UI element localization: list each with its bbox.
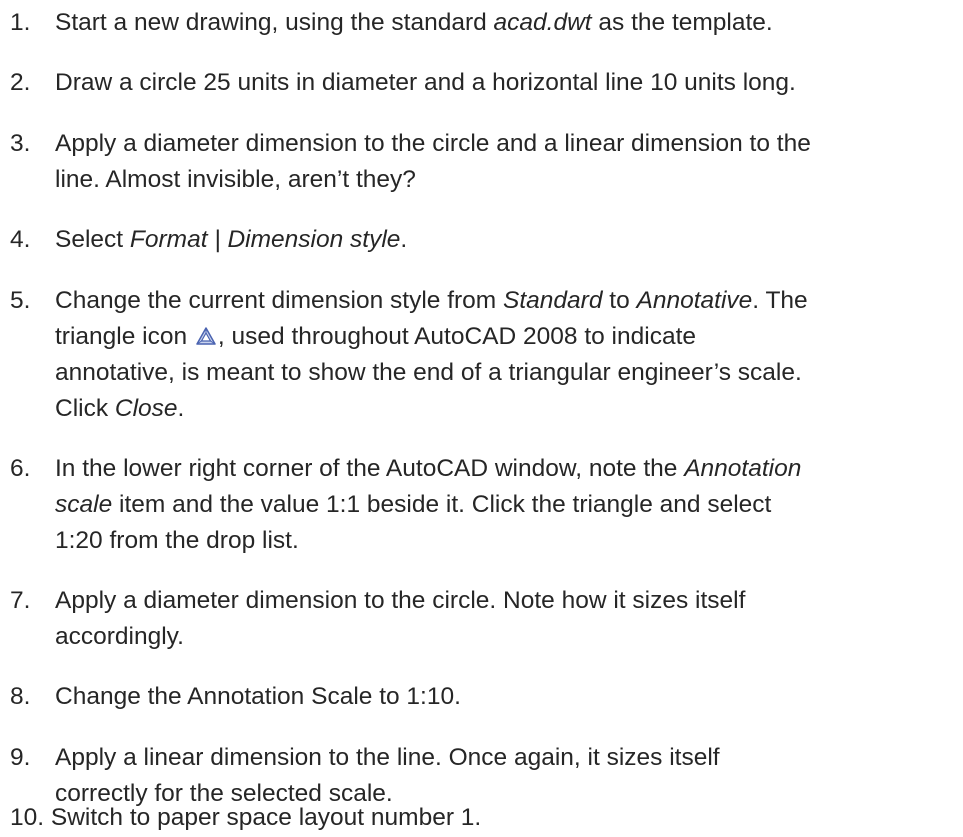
step-text-line-2: accordingly. — [55, 623, 184, 650]
step-text-line-3: annotative, is meant to show the end of … — [55, 359, 802, 386]
step-text: Change the Annotation Scale to 1:10. — [55, 683, 461, 710]
step-number: 10. — [10, 804, 45, 831]
step-number: 3. — [10, 130, 31, 157]
step-text-line-2: scale item and the value 1:1 beside it. … — [55, 491, 772, 518]
step-text: 10. Switch to paper space layout number … — [10, 804, 482, 831]
step-number: 9. — [10, 744, 31, 771]
step-number: 1. — [10, 9, 31, 36]
step-text-line-1: In the lower right corner of the AutoCAD… — [55, 455, 802, 482]
step-number: 5. — [10, 287, 31, 314]
step-text-line-1: Apply a linear dimension to the line. On… — [55, 744, 720, 771]
step-number: 6. — [10, 455, 31, 482]
step-number: 7. — [10, 587, 31, 614]
step-text-line-2: line. Almost invisible, aren’t they? — [55, 166, 416, 193]
step-text-line-3: 1:20 from the drop list. — [55, 527, 299, 554]
step-number: 4. — [10, 226, 31, 253]
step-text: Draw a circle 25 units in diameter and a… — [55, 69, 796, 96]
step-text-line-4: Click Close. — [55, 395, 185, 422]
step-number: 8. — [10, 683, 31, 710]
step-text-line-2: triangle icon , used throughout AutoCAD … — [55, 319, 696, 356]
step-text: Select Format | Dimension style. — [55, 226, 408, 253]
annotative-triangle-icon — [196, 320, 216, 345]
step-number: 2. — [10, 69, 31, 96]
step-text-line-1: Change the current dimension style from … — [55, 287, 808, 314]
step-text-line-1: Apply a diameter dimension to the circle… — [55, 587, 746, 614]
step-text: Start a new drawing, using the standard … — [55, 9, 773, 36]
step-text-line-1: Apply a diameter dimension to the circle… — [55, 130, 811, 157]
